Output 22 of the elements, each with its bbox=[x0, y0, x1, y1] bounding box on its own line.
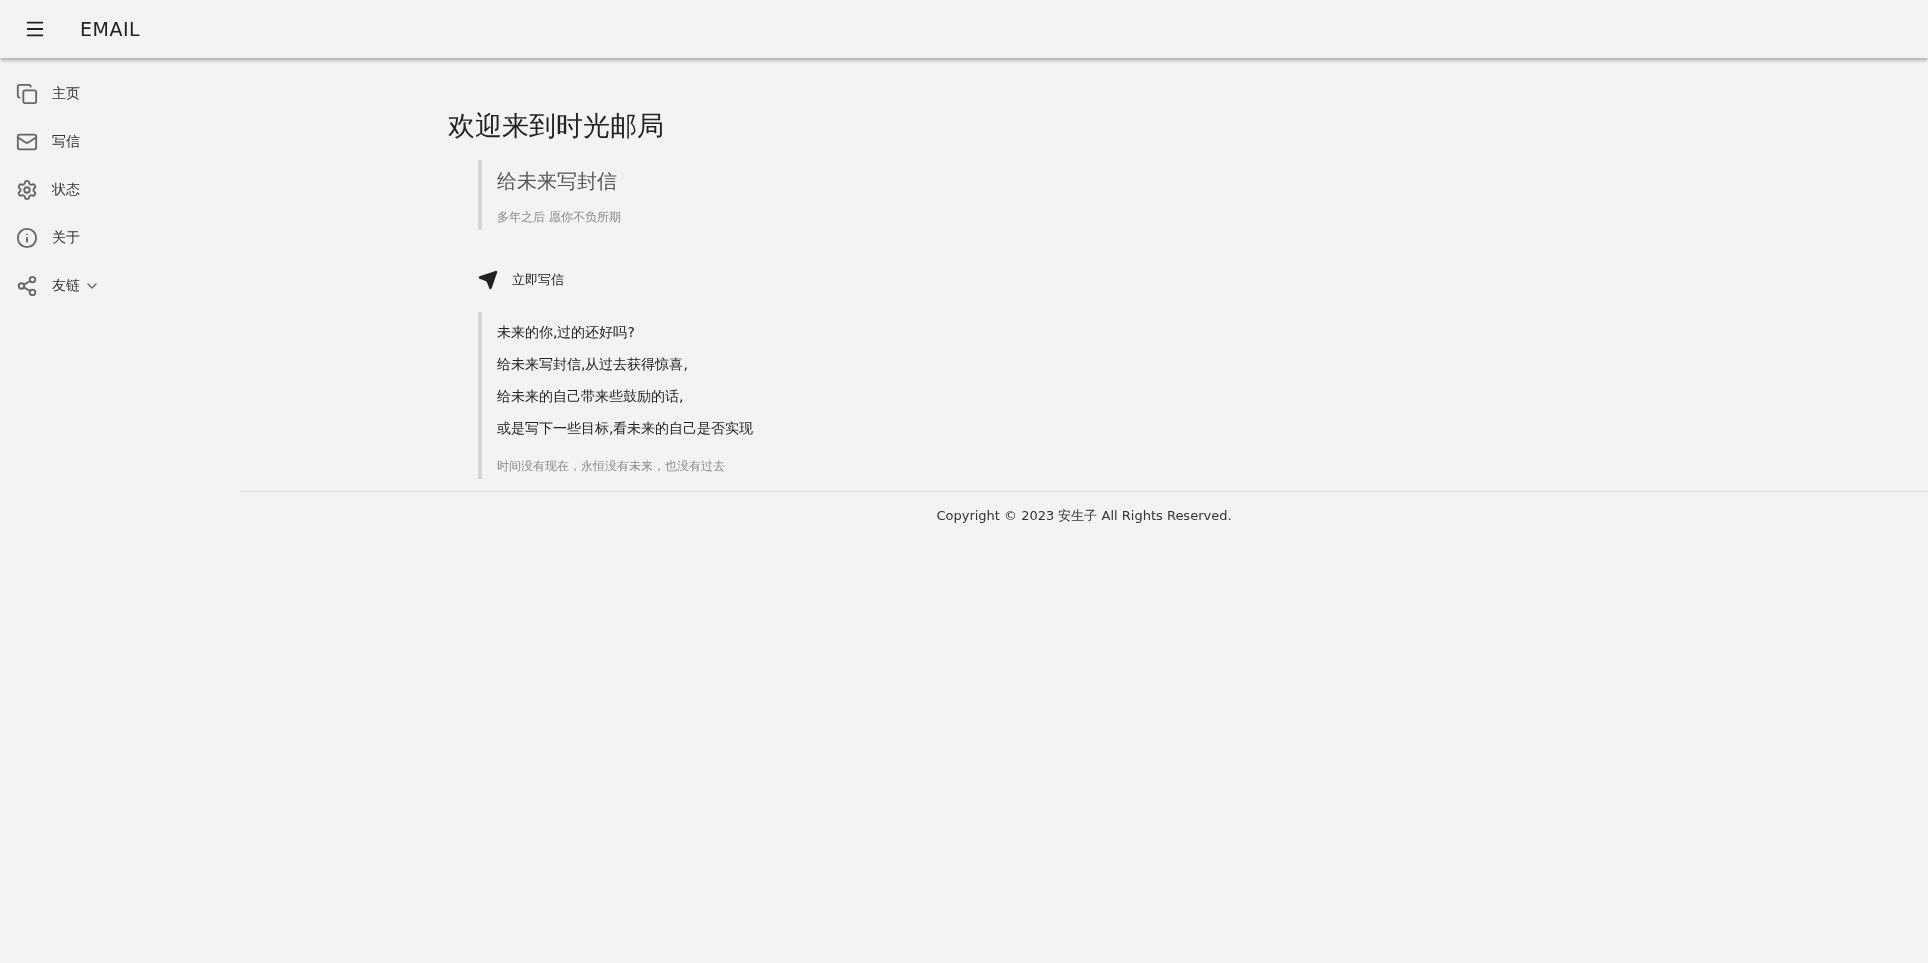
sidebar-item[interactable]: 友链 bbox=[0, 262, 240, 310]
intro-subheading: 多年之后 愿你不负所期 bbox=[497, 209, 622, 226]
quote-line: 未来的你,过的还好吗? bbox=[497, 323, 636, 342]
sidebar-item[interactable]: 主页 bbox=[0, 70, 240, 118]
quote-line: 或是写下一些目标,看未来的自己是否实现 bbox=[497, 419, 755, 438]
sidebar-item[interactable]: 状态 bbox=[0, 166, 240, 214]
share-icon bbox=[16, 275, 38, 297]
quote-line: 给未来写封信,从过去获得惊喜, bbox=[497, 355, 689, 374]
page-title: 欢迎来到时光邮局 bbox=[448, 109, 665, 143]
sidebar-item[interactable]: 写信 bbox=[0, 118, 240, 166]
quote-footer: 时间没有现在，永恒没有未来，也没有过去 bbox=[497, 458, 1928, 475]
pages-icon bbox=[16, 83, 38, 105]
quote-line: 给未来的自己带来些鼓励的话, bbox=[497, 387, 685, 406]
info-icon bbox=[16, 227, 38, 249]
send-icon bbox=[478, 270, 498, 290]
write-letter-button[interactable]: 立即写信 bbox=[476, 268, 566, 292]
copyright-text: Copyright © 2023 安生子 All Rights Reserved. bbox=[936, 508, 1232, 523]
sidebar-item[interactable]: 关于 bbox=[0, 214, 240, 262]
intro-heading: 给未来写封信 bbox=[497, 168, 618, 195]
settings-icon bbox=[16, 179, 38, 201]
app-title: EMAIL bbox=[80, 18, 141, 40]
mail-icon bbox=[16, 131, 38, 153]
